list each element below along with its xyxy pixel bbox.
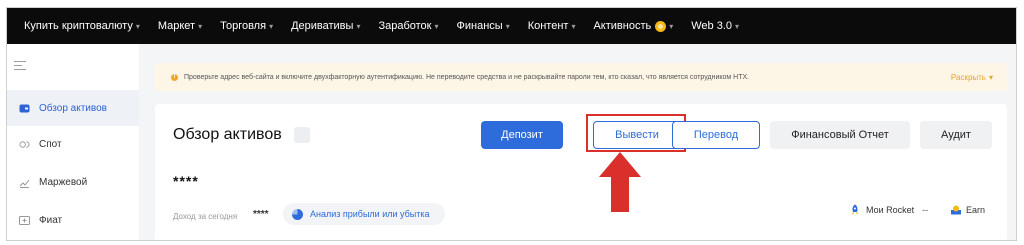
- rocket-value: --: [922, 205, 929, 215]
- my-rocket-link[interactable]: Мои Rocket --: [849, 204, 928, 216]
- today-earnings-label: Доход за сегодня: [173, 212, 238, 221]
- chevron-down-icon: ▾: [669, 21, 674, 31]
- coin-icon: [655, 20, 667, 32]
- earn-link[interactable]: Earn: [950, 204, 985, 216]
- nav-label: Деривативы: [291, 20, 354, 32]
- chevron-down-icon: ▾: [135, 21, 140, 31]
- chevron-down-icon: ▾: [434, 21, 439, 31]
- sidebar: Обзор активов Спот Маржевой Фиат: [7, 44, 139, 240]
- pnl-link-label: Анализ прибыли или убытка: [310, 209, 430, 219]
- nav-derivatives[interactable]: Деривативы ▾: [291, 20, 360, 32]
- nav-market[interactable]: Маркет ▾: [158, 20, 202, 32]
- toggle-visibility-icon[interactable]: [294, 127, 310, 143]
- sidebar-item-label: Маржевой: [39, 176, 88, 188]
- nav-label: Заработок: [378, 20, 432, 32]
- highlight-box: [586, 114, 686, 152]
- nav-label: Web 3.0: [691, 20, 733, 32]
- nav-content[interactable]: Контент ▾: [528, 20, 576, 32]
- annotation-arrow-icon: [599, 152, 641, 212]
- chevron-down-icon: ▾: [735, 21, 740, 31]
- nav-trade[interactable]: Торговля ▾: [220, 20, 273, 32]
- pie-chart-icon: [292, 208, 303, 220]
- nav-finance[interactable]: Финансы ▾: [457, 20, 510, 32]
- total-balance-masked: ****: [173, 173, 199, 189]
- nav-label: Торговля: [220, 20, 267, 32]
- nav-web3[interactable]: Web 3.0 ▾: [691, 20, 739, 32]
- notice-text: Проверьте адрес веб-сайта и включите дву…: [184, 73, 750, 81]
- nav-label: Купить криптовалюту: [24, 20, 133, 32]
- deposit-button[interactable]: Депозит: [481, 121, 563, 149]
- nav-label: Финансы: [456, 20, 503, 32]
- rocket-icon: [849, 204, 861, 216]
- expand-label: Раскрыть: [950, 72, 986, 82]
- sidebar-item-label: Фиат: [39, 214, 63, 226]
- today-earnings-value: ****: [253, 209, 269, 220]
- spot-icon: [19, 139, 30, 150]
- sidebar-item-label: Спот: [39, 138, 62, 150]
- wallet-icon: [19, 103, 30, 114]
- sidebar-item-asset-overview[interactable]: Обзор активов: [7, 90, 139, 126]
- collapse-sidebar-icon[interactable]: [14, 60, 26, 72]
- main-content: ! Проверьте адрес веб-сайта и включите д…: [139, 44, 1016, 240]
- sidebar-item-fiat[interactable]: Фиат: [7, 202, 139, 238]
- caret-down-icon: ▾: [988, 72, 993, 82]
- transfer-button[interactable]: Перевод: [672, 121, 760, 149]
- chevron-down-icon: ▾: [505, 21, 510, 31]
- asset-overview-card: Обзор активов Депозит Вывести Перевод Фи…: [155, 104, 1007, 240]
- sidebar-item-spot[interactable]: Спот: [7, 126, 139, 162]
- financial-report-button[interactable]: Финансовый Отчет: [770, 121, 910, 149]
- nav-label: Маркет: [157, 20, 196, 32]
- earn-icon: [950, 204, 962, 216]
- page-title: Обзор активов: [173, 126, 282, 143]
- earn-label: Earn: [966, 205, 986, 215]
- sidebar-item-margin[interactable]: Маржевой: [7, 164, 139, 200]
- app-window: Купить криптовалюту ▾ Маркет ▾ Торговля ▾ Д…: [6, 7, 1017, 241]
- nav-label: Активность: [593, 20, 652, 32]
- nav-buy-crypto[interactable]: Купить криптовалюту ▾: [24, 20, 140, 32]
- fiat-icon: [19, 215, 30, 226]
- rocket-label: Мои Rocket: [866, 205, 915, 215]
- nav-activity[interactable]: Активность ▾: [593, 20, 673, 32]
- chevron-down-icon: ▾: [571, 21, 576, 31]
- margin-icon: [19, 177, 30, 188]
- top-navigation: Купить криптовалюту ▾ Маркет ▾ Торговля ▾ Д…: [7, 8, 1016, 44]
- audit-button[interactable]: Аудит: [920, 121, 992, 149]
- chevron-down-icon: ▾: [269, 21, 274, 31]
- nav-label: Контент: [527, 20, 569, 32]
- pnl-analysis-link[interactable]: Анализ прибыли или убытка: [283, 203, 445, 225]
- security-notice-banner: ! Проверьте адрес веб-сайта и включите д…: [155, 63, 1007, 91]
- chevron-down-icon: ▾: [356, 21, 361, 31]
- sidebar-item-label: Обзор активов: [39, 102, 107, 114]
- expand-notice-link[interactable]: Раскрыть ▾: [951, 63, 993, 91]
- nav-earnings[interactable]: Заработок ▾: [378, 20, 438, 32]
- chevron-down-icon: ▾: [198, 21, 203, 31]
- warning-icon: !: [171, 73, 178, 81]
